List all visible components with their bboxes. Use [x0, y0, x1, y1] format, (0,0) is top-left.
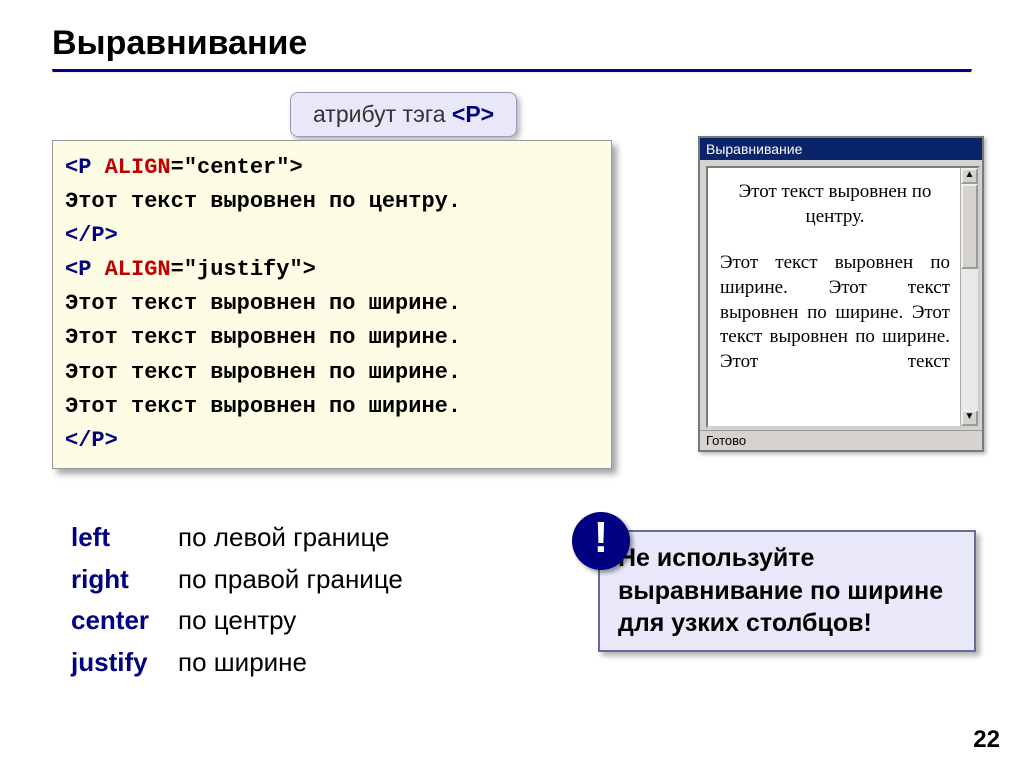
code-attr-val: ="justify">: [171, 257, 316, 282]
code-line: Этот текст выровнен по ширине.: [65, 321, 599, 355]
code-attr: ALIGN: [105, 155, 171, 180]
browser-content: Этот текст выровнен по центру. Этот текс…: [708, 168, 960, 426]
attribute-callout: атрибут тэга <P>: [290, 92, 517, 137]
align-desc: по левой границе: [177, 518, 404, 558]
table-row: justifyпо ширине: [70, 643, 404, 683]
code-tag-open: <P: [65, 257, 105, 282]
code-attr-val: ="center">: [171, 155, 303, 180]
table-row: rightпо правой границе: [70, 560, 404, 600]
scroll-thumb[interactable]: [961, 184, 978, 269]
page-title: Выравнивание: [52, 24, 972, 63]
warning-icon: !: [572, 512, 630, 570]
align-key: right: [70, 560, 175, 600]
table-row: centerпо центру: [70, 601, 404, 641]
code-line: Этот текст выровнен по центру.: [65, 185, 599, 219]
rendered-center-paragraph: Этот текст выровнен по центру.: [720, 180, 950, 229]
align-key: left: [70, 518, 175, 558]
callout-tag: <P>: [452, 101, 494, 127]
code-line: <P ALIGN="justify">: [65, 253, 599, 287]
align-key: center: [70, 601, 175, 641]
code-line: </P>: [65, 424, 599, 458]
browser-statusbar: Готово: [700, 430, 982, 450]
code-line: Этот текст выровнен по ширине.: [65, 390, 599, 424]
code-line: <P ALIGN="center">: [65, 151, 599, 185]
align-desc: по центру: [177, 601, 404, 641]
browser-window: Выравнивание Этот текст выровнен по цент…: [698, 136, 984, 452]
code-attr: ALIGN: [105, 257, 171, 282]
align-values-table: leftпо левой границе rightпо правой гран…: [68, 516, 406, 685]
code-tag-close: </P>: [65, 223, 118, 248]
code-tag-close: </P>: [65, 428, 118, 453]
align-desc: по правой границе: [177, 560, 404, 600]
rendered-justify-paragraph: Этот текст выровнен по ширине. Этот текс…: [720, 251, 950, 374]
scroll-down-button[interactable]: ▼: [961, 410, 978, 426]
browser-titlebar: Выравнивание: [700, 138, 982, 160]
browser-viewport: Этот текст выровнен по центру. Этот текс…: [706, 166, 980, 428]
align-key: justify: [70, 643, 175, 683]
table-row: leftпо левой границе: [70, 518, 404, 558]
code-example: <P ALIGN="center"> Этот текст выровнен п…: [52, 140, 612, 469]
code-line: Этот текст выровнен по ширине.: [65, 356, 599, 390]
callout-prefix: атрибут тэга: [313, 101, 452, 127]
scrollbar[interactable]: ▲ ▼: [960, 168, 978, 426]
code-line: </P>: [65, 219, 599, 253]
page-number: 22: [973, 726, 1000, 754]
code-line: Этот текст выровнен по ширине.: [65, 287, 599, 321]
scroll-track[interactable]: [961, 184, 978, 410]
warning-text: Не используйте выравнивание по ширине дл…: [618, 544, 943, 637]
align-desc: по ширине: [177, 643, 404, 683]
scroll-up-button[interactable]: ▲: [961, 168, 978, 184]
warning-box: Не используйте выравнивание по ширине дл…: [598, 530, 976, 652]
title-rule: [52, 69, 972, 73]
code-tag-open: <P: [65, 155, 105, 180]
